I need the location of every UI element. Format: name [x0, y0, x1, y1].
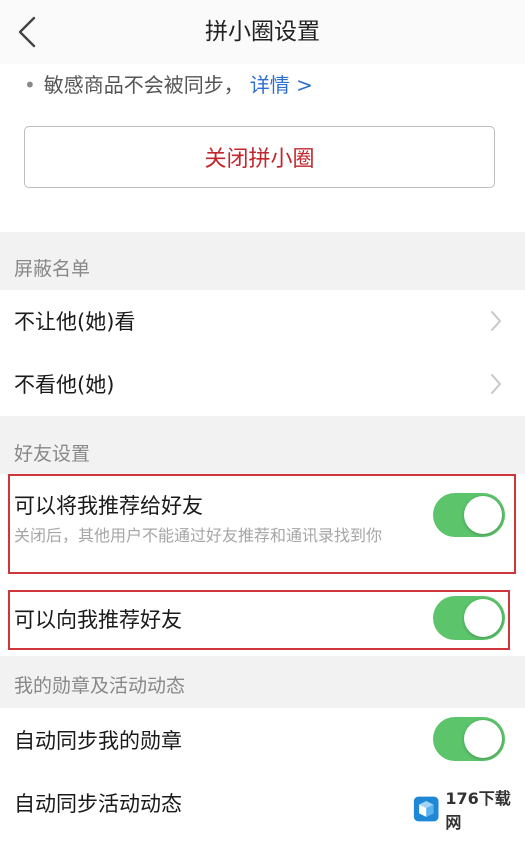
- sync-badges-toggle[interactable]: [433, 717, 505, 761]
- toggle-knob: [464, 599, 502, 637]
- notice-panel: • 敏感商品不会被同步， 详情 > 关闭拼小圈: [0, 64, 525, 232]
- watermark-text: 176下载网: [445, 789, 511, 832]
- toggle-knob: [464, 496, 502, 534]
- chevron-right-icon: [491, 311, 501, 331]
- watermark: 176下载网: [413, 789, 517, 832]
- setting-label: 可以向我推荐好友: [14, 608, 182, 632]
- notice-text: 敏感商品不会被同步，: [43, 73, 244, 97]
- toggle-knob: [464, 720, 502, 758]
- setting-label: 可以将我推荐给好友: [14, 494, 203, 518]
- close-circle-button-label: 关闭拼小圈: [204, 147, 315, 172]
- setting-description: 关闭后，其他用户不能通过好友推荐和通讯录找到你: [14, 526, 383, 545]
- list-item-hide-from[interactable]: 不让他(她)看: [0, 290, 525, 352]
- block-list-group: 不让他(她)看 不看他(她): [0, 290, 525, 416]
- chevron-right-icon: [491, 374, 501, 394]
- page-title: 拼小圈设置: [205, 19, 320, 45]
- friend-settings-group: 可以将我推荐给好友 关闭后，其他用户不能通过好友推荐和通讯录找到你 可以向我推荐…: [0, 474, 525, 674]
- details-link[interactable]: 详情 >: [250, 73, 313, 97]
- close-circle-button[interactable]: 关闭拼小圈: [24, 126, 495, 188]
- section-header-badges: 我的勋章及活动动态: [0, 656, 525, 716]
- setting-sync-badges: 自动同步我的勋章: [0, 708, 525, 772]
- setting-recommend-me: 可以将我推荐给好友 关闭后，其他用户不能通过好友推荐和通讯录找到你: [0, 474, 525, 574]
- recommend-me-toggle[interactable]: [433, 493, 505, 537]
- sensitive-notice: • 敏感商品不会被同步， 详情 >: [24, 68, 313, 102]
- list-item-label: 不看他(她): [14, 373, 115, 397]
- setting-label: 自动同步活动动态: [14, 792, 182, 816]
- nav-bar: 拼小圈设置: [0, 0, 525, 64]
- bullet: •: [24, 73, 36, 97]
- cube-logo-icon: [413, 796, 439, 822]
- list-item-dont-see[interactable]: 不看他(她): [0, 352, 525, 414]
- recommend-to-me-toggle[interactable]: [433, 596, 505, 640]
- list-item-label: 不让他(她)看: [14, 310, 136, 334]
- setting-label: 自动同步我的勋章: [14, 729, 182, 753]
